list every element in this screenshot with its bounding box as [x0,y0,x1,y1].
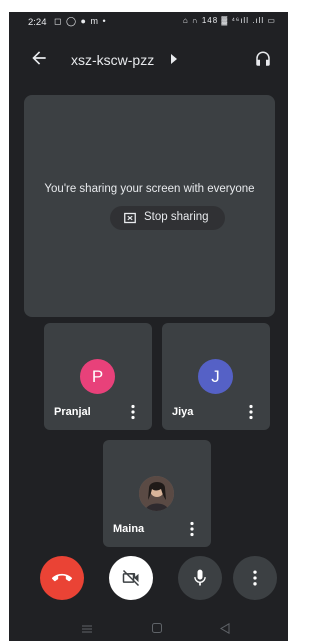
notification-icons: ◻ ◯ ● m • [54,16,107,26]
back-icon[interactable] [220,623,230,634]
microphone-button[interactable] [178,556,222,600]
system-navigation-bar [9,615,288,641]
participant-tile-pranjal[interactable]: P Pranjal [44,323,152,430]
top-bar: xsz-kscw-pzz [9,42,288,76]
status-time: 2:24 [28,17,47,28]
participant-name: Jiya [172,406,194,418]
profile-photo-icon [139,476,174,511]
stop-sharing-button[interactable]: Stop sharing [110,206,225,230]
more-vert-icon[interactable] [130,404,136,420]
recent-apps-icon[interactable] [82,625,92,633]
avatar: P [80,359,115,394]
camera-toggle-button[interactable] [109,556,153,600]
headset-icon[interactable] [254,50,272,68]
participant-name: Pranjal [54,406,91,418]
participant-name: Maina [113,523,145,535]
end-call-icon [52,573,72,582]
screen-share-panel: You're sharing your screen with everyone… [24,95,275,317]
meet-screen: 2:24 ◻ ◯ ● m • ⌂ ∩ 148 ▓ ⁴⁶ıll .ıll ▭ xs… [9,12,288,641]
share-message: You're sharing your screen with everyone [44,183,255,195]
avatar: J [198,359,233,394]
participant-tile-jiya[interactable]: J Jiya [162,323,270,430]
stop-sharing-label: Stop sharing [144,211,209,223]
more-options-button[interactable] [233,556,277,600]
stop-share-icon [124,212,136,224]
avatar-photo [139,476,174,511]
camera-off-icon [122,569,140,587]
status-bar: 2:24 ◻ ◯ ● m • ⌂ ∩ 148 ▓ ⁴⁶ıll .ıll ▭ [9,12,288,34]
more-vert-icon[interactable] [248,404,254,420]
more-vert-icon[interactable] [189,521,195,537]
chevron-right-icon[interactable] [170,54,178,64]
system-status-icons: ⌂ ∩ 148 ▓ ⁴⁶ıll .ıll ▭ [182,16,276,25]
mic-icon [194,569,206,586]
meeting-code[interactable]: xsz-kscw-pzz [71,52,154,68]
home-icon[interactable] [152,623,162,633]
more-vert-icon [253,570,257,586]
participant-tile-maina[interactable]: Maina [103,440,211,547]
back-arrow-icon[interactable] [29,48,49,68]
end-call-button[interactable] [40,556,84,600]
